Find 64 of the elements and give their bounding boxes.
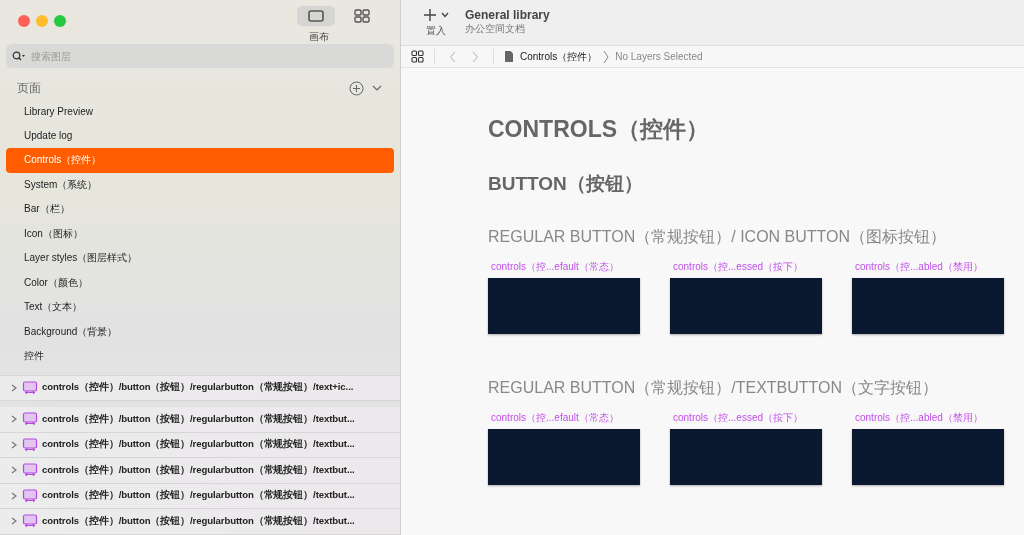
artboard-icon [22,463,38,478]
layer-row[interactable]: controls（控件）/button（按钮）/regularbutton（常规按钮）/text+ic... [0,374,400,401]
layer-row[interactable]: controls（控件）/button（按钮）/regularbutton（常规按钮）/textbut... [0,407,400,433]
layer-name: controls（控件）/button（按钮）/regularbutton（常规按钮）/textbut... [42,463,355,477]
layer-name: controls（控件）/button（按钮）/regularbutton（常规按钮）/textbut... [42,412,355,426]
artboard-label[interactable]: controls（控...essed（按下） [670,411,822,425]
artboard-icon [22,437,38,452]
page-item[interactable]: System（系统） [6,172,394,197]
layer-row[interactable]: controls（控件）/button（按钮）/regularbutton（常规按钮）/textbut... [0,483,400,509]
artboard-icon [22,380,38,395]
chevron-right-icon[interactable] [10,415,18,424]
page-item[interactable]: Background（背景） [6,319,394,344]
document-title: General library [465,8,550,22]
section-title: BUTTON（按钮） [488,172,644,196]
search-icon [12,51,26,61]
page-item[interactable]: Layer styles（图层样式） [6,246,394,271]
page-item[interactable]: Color（颜色） [6,270,394,295]
layer-name: controls（控件）/button（按钮）/regularbutton（常规按钮）/textbut... [42,438,355,452]
artboard-label[interactable]: controls（控...efault（常态） [488,260,640,274]
view-label: 画布 [309,30,329,44]
group-heading: REGULAR BUTTON（常规按钮）/ ICON BUTTON（图标按钮） [488,228,947,245]
add-icon[interactable] [349,80,364,96]
close-button[interactable] [18,15,30,27]
insert-label: 置入 [426,24,446,38]
breadcrumb-page[interactable]: Controls（控件） [520,49,598,64]
artboard-label[interactable]: controls（控...efault（常态） [488,411,640,425]
page-item[interactable]: Icon（图标） [6,221,394,246]
view-toggle[interactable] [297,6,335,26]
artboard-icon [22,488,38,503]
page-item[interactable]: Text（文本） [6,295,394,320]
artboard-label[interactable]: controls（控...essed（按下） [670,260,822,274]
chevron-right-icon[interactable] [10,491,18,500]
layer-row[interactable]: controls（控件）/button（按钮）/regularbutton（常规按钮）/textbut... [0,458,400,484]
grid-icon [354,9,370,23]
pages-header: 页面 [17,79,41,97]
chevron-right-icon[interactable] [10,440,18,449]
page-item[interactable]: 控件 [6,344,394,369]
layer-name: controls（控件）/button（按钮）/regularbutton（常规按钮）/textbut... [42,514,355,528]
artboard-icon [22,514,38,529]
layer-name: controls（控件）/button（按钮）/regularbutton（常规按钮）/textbut... [42,489,355,503]
group-heading: REGULAR BUTTON（常规按钮）/TEXTBUTTON（文字按钮） [488,379,939,396]
chevron-right-icon[interactable] [10,466,18,475]
layer-name: controls（控件）/button（按钮）/regularbutton（常规按钮）/text+ic... [42,381,354,395]
artboard-label[interactable]: controls（控...abled（禁用） [852,260,1004,274]
page-item[interactable]: Update log [6,123,394,148]
layer-row[interactable]: controls（控件）/button（按钮）/regularbutton（常规按钮）/textbut... [0,432,400,458]
artboard-icon [22,412,38,427]
artboard-label[interactable]: controls（控...abled（禁用） [852,411,1004,425]
breadcrumb-selection: No Layers Selected [615,51,703,62]
chevron-down-icon[interactable] [372,85,382,91]
page-item[interactable]: Library Preview [6,99,394,124]
chevron-right-icon [603,49,610,64]
chevron-down-icon [441,12,449,18]
chevron-right-icon[interactable] [10,517,18,526]
page-item[interactable]: Bar（栏） [6,197,394,222]
layer-row[interactable]: controls（控件）/button（按钮）/regularbutton（常规按钮）/textbut... [0,509,400,535]
canvas-icon [308,10,324,22]
plus-icon [423,8,437,22]
document-subtitle: 办公空间文档 [465,22,526,36]
document-icon [504,50,514,63]
insert-button[interactable] [423,8,449,22]
chevron-right-icon[interactable] [10,383,18,392]
canvas-title: CONTROLS（控件） [488,115,711,144]
grid-icon[interactable] [411,50,424,63]
